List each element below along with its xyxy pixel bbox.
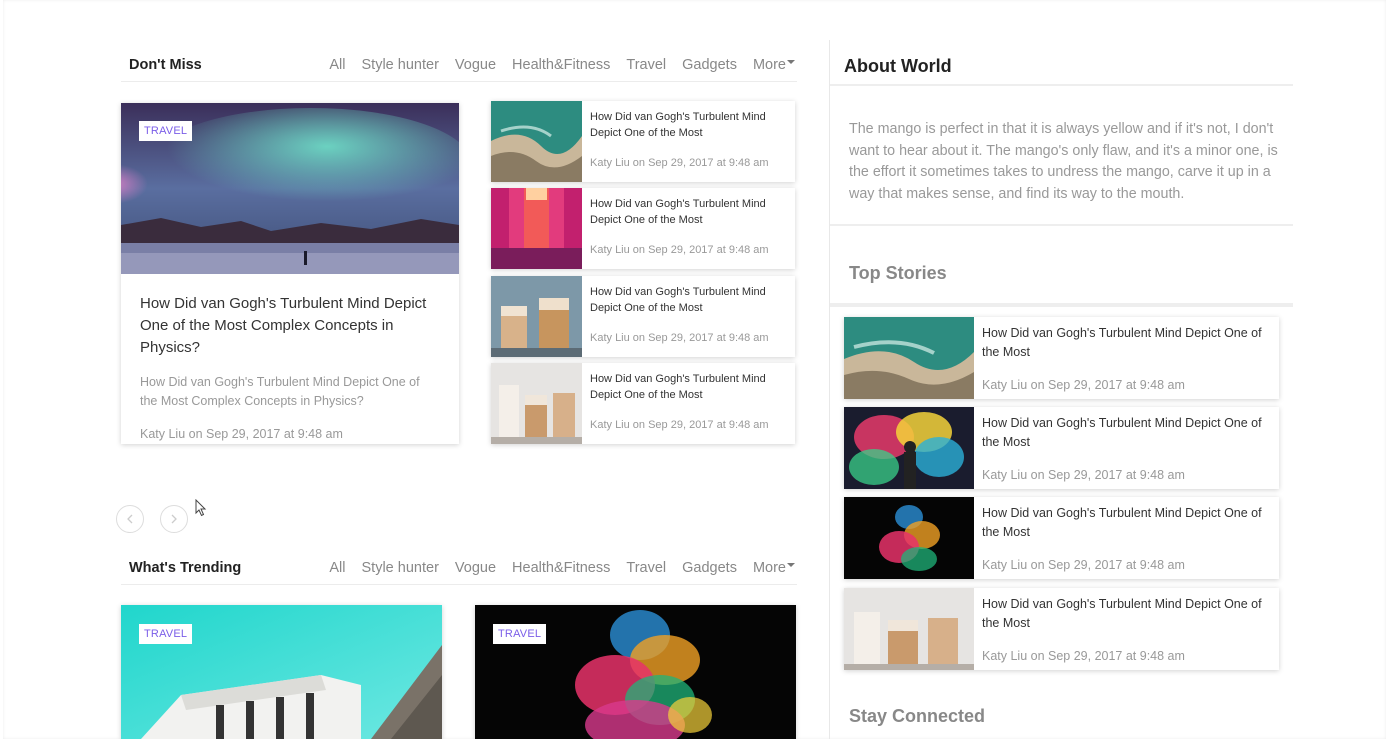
mouse-cursor-icon: [195, 499, 207, 517]
about-text: The mango is perfect in that it is alway…: [849, 121, 1278, 202]
list-item-title[interactable]: How Did van Gogh's Turbulent Mind Depict…: [590, 371, 788, 403]
top-story-title[interactable]: How Did van Gogh's Turbulent Mind Depict…: [982, 324, 1272, 362]
trending-card[interactable]: TRAVEL: [121, 605, 442, 739]
top-story-thumb[interactable]: [844, 588, 974, 670]
stay-connected-title: Stay Connected: [849, 706, 986, 726]
column-divider: [829, 40, 830, 739]
tab-more[interactable]: More: [753, 560, 795, 576]
tab-more-label: More: [752, 560, 786, 576]
featured-image[interactable]: TRAVEL: [121, 103, 459, 274]
tab-vogue[interactable]: Vogue: [455, 57, 496, 73]
category-badge[interactable]: TRAVEL: [139, 121, 193, 141]
tab-more-label: More: [752, 57, 786, 73]
neon-corridor-image: [491, 188, 582, 269]
list-item-meta: Katy Liu on Sep 29, 2017 at 9:48 am: [590, 244, 769, 256]
about-underline: [830, 84, 1293, 86]
top-story-item[interactable]: How Did van Gogh's Turbulent Mind Depict…: [844, 588, 1279, 670]
about-title: About World: [844, 56, 952, 76]
featured-title[interactable]: How Did van Gogh's Turbulent Mind Depict…: [140, 293, 440, 359]
dont-miss-tabs: All Style hunter Vogue Health&Fitness Tr…: [313, 57, 795, 73]
about-bottom-line: [830, 224, 1293, 226]
category-badge[interactable]: TRAVEL: [493, 624, 547, 644]
list-item-meta: Katy Liu on Sep 29, 2017 at 9:48 am: [590, 332, 769, 344]
list-item[interactable]: How Did van Gogh's Turbulent Mind Depict…: [491, 276, 795, 357]
chevron-right-icon: [171, 514, 177, 524]
iced-coffee-white-image: [491, 363, 582, 444]
list-item-meta: Katy Liu on Sep 29, 2017 at 9:48 am: [590, 157, 769, 169]
tab-all[interactable]: All: [329, 57, 345, 73]
caret-down-icon: [787, 563, 795, 567]
top-story-meta: Katy Liu on Sep 29, 2017 at 9:48 am: [982, 649, 1185, 663]
caret-down-icon: [787, 60, 795, 64]
tab-gadgets[interactable]: Gadgets: [682, 560, 737, 576]
list-item-title[interactable]: How Did van Gogh's Turbulent Mind Depict…: [590, 196, 788, 228]
dont-miss-title: Don't Miss: [129, 57, 202, 73]
featured-meta: Katy Liu on Sep 29, 2017 at 9:48 am: [140, 427, 343, 441]
tab-style-hunter[interactable]: Style hunter: [362, 57, 439, 73]
list-item-title[interactable]: How Did van Gogh's Turbulent Mind Depict…: [590, 284, 788, 316]
tab-gadgets[interactable]: Gadgets: [682, 57, 737, 73]
tab-style-hunter[interactable]: Style hunter: [362, 560, 439, 576]
top-story-title[interactable]: How Did van Gogh's Turbulent Mind Depict…: [982, 504, 1272, 542]
tab-health-fitness[interactable]: Health&Fitness: [512, 57, 610, 73]
iced-coffee-white-image: [844, 588, 974, 670]
dont-miss-header: Don't Miss All Style hunter Vogue Health…: [121, 51, 797, 82]
list-item[interactable]: How Did van Gogh's Turbulent Mind Depict…: [491, 188, 795, 269]
top-story-meta: Katy Liu on Sep 29, 2017 at 9:48 am: [982, 468, 1185, 482]
list-thumb[interactable]: [491, 188, 582, 269]
featured-article-card[interactable]: TRAVEL How Did van Gogh's Turbulent Mind…: [121, 103, 459, 444]
list-item-title[interactable]: How Did van Gogh's Turbulent Mind Depict…: [590, 109, 788, 141]
list-thumb[interactable]: [491, 363, 582, 444]
chevron-left-icon: [127, 514, 133, 524]
top-story-meta: Katy Liu on Sep 29, 2017 at 9:48 am: [982, 378, 1185, 392]
top-story-item[interactable]: How Did van Gogh's Turbulent Mind Depict…: [844, 497, 1279, 579]
top-story-title[interactable]: How Did van Gogh's Turbulent Mind Depict…: [982, 595, 1272, 633]
tab-more[interactable]: More: [753, 57, 795, 73]
featured-excerpt: How Did van Gogh's Turbulent Mind Depict…: [140, 375, 420, 408]
top-story-thumb[interactable]: [844, 497, 974, 579]
list-thumb[interactable]: [491, 101, 582, 182]
trending-tabs: All Style hunter Vogue Health&Fitness Tr…: [313, 560, 795, 576]
list-item[interactable]: How Did van Gogh's Turbulent Mind Depict…: [491, 101, 795, 182]
top-story-item[interactable]: How Did van Gogh's Turbulent Mind Depict…: [844, 407, 1279, 489]
trending-card[interactable]: TRAVEL: [475, 605, 796, 739]
category-badge[interactable]: TRAVEL: [139, 624, 193, 644]
tab-travel[interactable]: Travel: [626, 57, 666, 73]
aerial-beach-image: [844, 317, 974, 399]
next-button[interactable]: [160, 505, 188, 533]
trending-title: What's Trending: [129, 560, 242, 576]
list-thumb[interactable]: [491, 276, 582, 357]
color-smoke-image: [844, 497, 974, 579]
top-story-meta: Katy Liu on Sep 29, 2017 at 9:48 am: [982, 558, 1185, 572]
prev-button[interactable]: [116, 505, 144, 533]
top-story-item[interactable]: How Did van Gogh's Turbulent Mind Depict…: [844, 317, 1279, 399]
tab-health-fitness[interactable]: Health&Fitness: [512, 560, 610, 576]
trending-header: What's Trending All Style hunter Vogue H…: [121, 554, 797, 585]
tab-all[interactable]: All: [329, 560, 345, 576]
list-item[interactable]: How Did van Gogh's Turbulent Mind Depict…: [491, 363, 795, 444]
top-story-title[interactable]: How Did van Gogh's Turbulent Mind Depict…: [982, 414, 1272, 452]
color-powder-man-image: [844, 407, 974, 489]
top-story-thumb[interactable]: [844, 407, 974, 489]
aerial-beach-image: [491, 101, 582, 182]
top-stories-title: Top Stories: [849, 263, 947, 283]
tab-vogue[interactable]: Vogue: [455, 560, 496, 576]
iced-coffee-image: [491, 276, 582, 357]
tab-travel[interactable]: Travel: [626, 560, 666, 576]
top-stories-underline: [830, 303, 1293, 307]
top-story-thumb[interactable]: [844, 317, 974, 399]
list-item-meta: Katy Liu on Sep 29, 2017 at 9:48 am: [590, 419, 769, 431]
